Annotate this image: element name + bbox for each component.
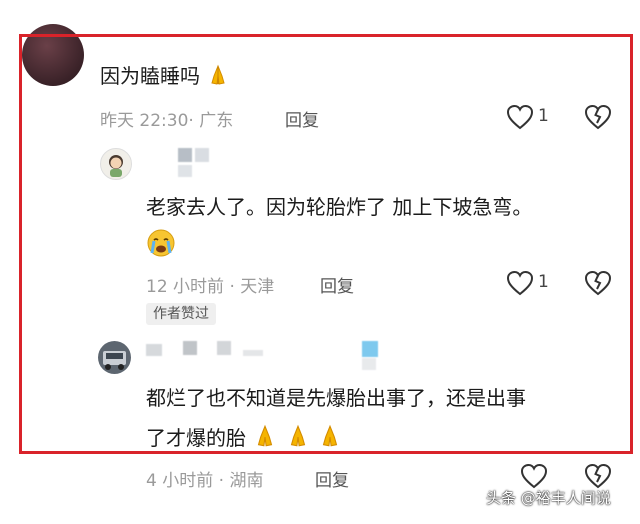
author-liked-badge: 作者赞过 <box>146 303 216 325</box>
comment-text-body: 因为瞌睡吗 <box>100 64 200 88</box>
reply-location: · 天津 <box>229 277 275 297</box>
avatar[interactable] <box>98 341 131 374</box>
reply-button[interactable]: 回复 <box>285 106 319 131</box>
comment-time: 昨天 22:30 <box>100 111 189 131</box>
comment-location: · 广东 <box>188 111 234 131</box>
reply-text: 老家去人了。因为轮胎炸了 加上下坡急弯。 <box>146 195 533 219</box>
pray-emoji-icon <box>252 423 278 456</box>
heart-icon[interactable] <box>520 463 548 489</box>
avatar[interactable] <box>22 24 84 86</box>
comment-meta: 昨天 22:30· 广东 <box>100 106 233 131</box>
heart-icon[interactable] <box>506 104 534 130</box>
reply-text-line: 了才爆的胎 <box>146 423 343 456</box>
blurred-username <box>178 148 192 162</box>
blurred-username <box>183 341 197 355</box>
pray-emoji-icon <box>317 423 343 456</box>
reply-time: 12 小时前 <box>146 277 225 297</box>
blurred-username <box>178 165 192 177</box>
dislike-heart-icon[interactable] <box>584 463 612 489</box>
avatar[interactable] <box>100 148 132 180</box>
crying-emoji-icon <box>146 228 176 262</box>
pray-emoji-icon <box>206 63 230 94</box>
reply-button[interactable]: 回复 <box>315 466 349 491</box>
blurred-username <box>195 148 209 162</box>
blurred-username <box>217 341 231 355</box>
like-count: 1 <box>538 106 549 126</box>
blurred-username <box>362 358 376 370</box>
reply-text-tail: 了才爆的胎 <box>146 426 246 450</box>
comment-text: 因为瞌睡吗 <box>100 62 230 94</box>
reply-button[interactable]: 回复 <box>320 272 354 297</box>
reply-location: · 湖南 <box>218 471 264 491</box>
blurred-username <box>243 350 263 356</box>
like-count: 1 <box>538 272 549 292</box>
dislike-heart-icon[interactable] <box>584 104 612 130</box>
reply-meta: 12 小时前 · 天津 <box>146 272 274 297</box>
heart-icon[interactable] <box>506 270 534 296</box>
blurred-username <box>362 341 378 357</box>
reply-text-line: 都烂了也不知道是先爆胎出事了，还是出事 <box>146 386 526 410</box>
blurred-username <box>146 344 162 356</box>
watermark: 头条 @裕丰人间说 <box>486 489 611 507</box>
pray-emoji-icon <box>285 423 311 456</box>
reply-meta: 4 小时前 · 湖南 <box>146 466 263 491</box>
dislike-heart-icon[interactable] <box>584 270 612 296</box>
reply-time: 4 小时前 <box>146 471 214 491</box>
